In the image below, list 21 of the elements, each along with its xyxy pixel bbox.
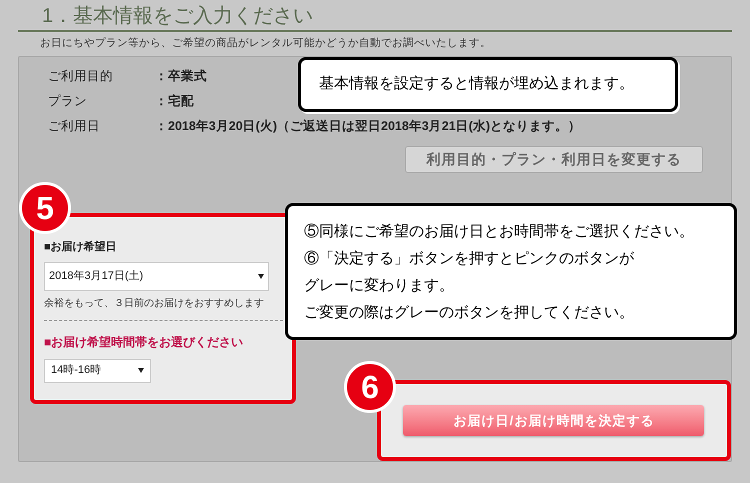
field-label: ■お届け希望時間帯をお選びください <box>44 334 244 350</box>
dropdown-caret-icon <box>138 368 144 373</box>
info-label: ご利用目的 <box>47 68 114 85</box>
section-heading: 1．基本情報をご入力ください <box>42 4 314 28</box>
info-value: ：2018年3月20日(火)（ご返送日は翌日2018年3月21日(水)となります。） <box>155 118 581 135</box>
info-label: プラン <box>47 92 88 110</box>
dropdown-caret-icon <box>258 274 264 278</box>
change-button[interactable]: 利用目的・プラン・利用日を変更する <box>405 146 703 173</box>
callout-text: 基本情報を設定すると情報が埋め込まれます。 <box>319 74 635 94</box>
callout-text: ⑤同様にご希望のお届け日とお時間帯をご選択ください。 <box>304 222 695 242</box>
callout-text: グレーに変わります。 <box>304 276 455 296</box>
callout-text: ご変更の際はグレーのボタンを押してください。 <box>304 302 635 322</box>
info-label: ご利用日 <box>47 118 101 135</box>
hint-text: 余裕をもって、３日前のお届けをおすすめします <box>44 296 265 310</box>
field-label: ■お届け希望日 <box>44 240 118 255</box>
info-value: ：卒業式 <box>155 68 207 85</box>
time-select[interactable]: 14時-16時 <box>44 358 151 382</box>
intro-text: お日にちやプラン等から、ご希望の商品がレンタル可能かどうか自動でお調べいたします。 <box>39 36 492 50</box>
info-value: ：宅配 <box>155 92 194 110</box>
callout-text: ⑥「決定する」ボタンを押すとピンクのボタンが <box>304 248 635 268</box>
date-select[interactable]: 2018年3月17日(土) <box>44 262 269 290</box>
